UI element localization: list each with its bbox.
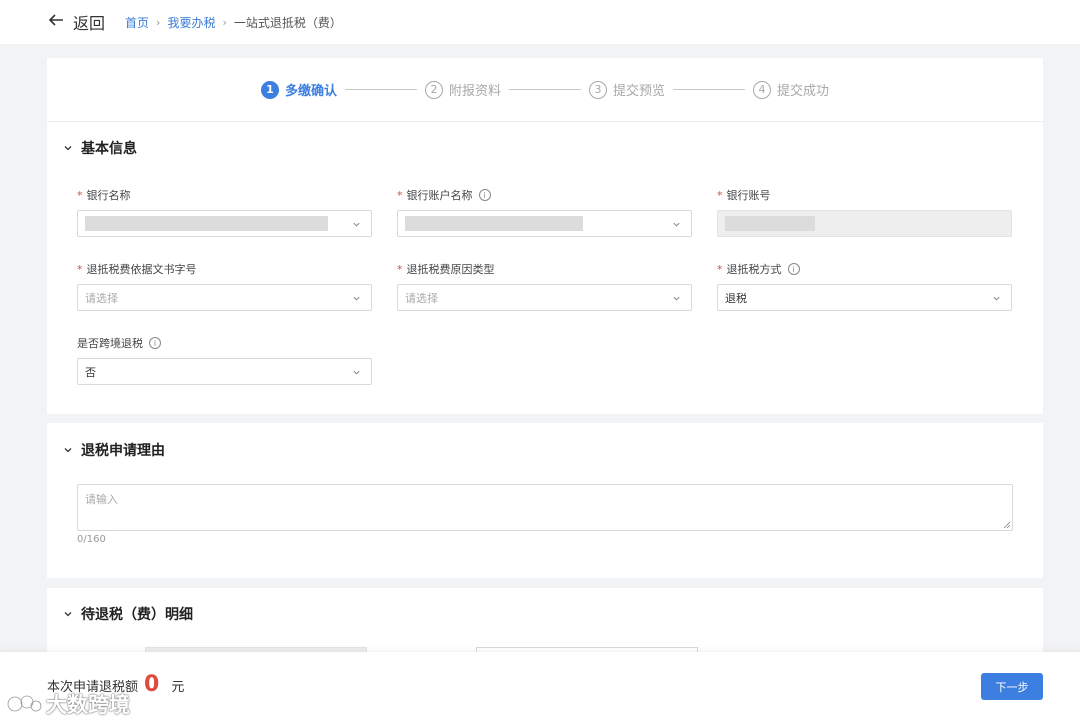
reason-textarea[interactable]: 请输入 — [77, 484, 1013, 531]
doc-number-select[interactable]: 请选择 — [77, 284, 372, 311]
chevron-down-icon — [673, 296, 680, 301]
redacted-value — [405, 216, 583, 231]
account-name-select[interactable] — [397, 210, 692, 237]
amount-value: 0 — [144, 672, 160, 697]
required-mark: * — [77, 188, 83, 202]
step-indicator: 1 多缴确认 2 附报资料 3 提交预览 4 提交成功 — [47, 58, 1043, 122]
select-value: 退税 — [725, 291, 747, 305]
section-toggle-reason[interactable]: 退税申请理由 — [63, 440, 165, 460]
step-number: 1 — [260, 80, 279, 99]
label-text: 退抵税方式 — [726, 263, 782, 276]
reason-type-field: * 退抵税费原因类型 请选择 — [397, 261, 692, 311]
label-text: 退抵税费依据文书字号 — [86, 263, 197, 276]
label-text: 银行账号 — [726, 189, 771, 202]
basic-info-card: 1 多缴确认 2 附报资料 3 提交预览 4 提交成功 基本信息 * 银行名称 *… — [47, 58, 1043, 414]
cross-border-select[interactable]: 否 — [77, 358, 372, 385]
field-label: * 退抵税费依据文书字号 — [77, 261, 372, 277]
section-title: 待退税（费）明细 — [81, 607, 193, 623]
section-toggle-details[interactable]: 待退税（费）明细 — [63, 604, 193, 624]
field-label: * 银行账户名称 i — [397, 187, 692, 203]
breadcrumb-separator: › — [156, 15, 161, 29]
field-label: * 退抵税费原因类型 — [397, 261, 692, 277]
account-name-field: * 银行账户名称 i — [397, 187, 692, 237]
next-step-button[interactable]: 下一步 — [981, 673, 1043, 700]
amount-unit: 元 — [171, 680, 185, 695]
section-title: 退税申请理由 — [81, 443, 165, 459]
field-label: 是否跨境退税 i — [77, 335, 372, 351]
step-4: 4 提交成功 — [753, 80, 829, 99]
step-label: 提交成功 — [777, 84, 830, 99]
step-1: 1 多缴确认 — [260, 80, 337, 99]
step-label: 多缴确认 — [284, 84, 337, 99]
label-text: 是否跨境退税 — [77, 337, 143, 350]
bank-name-select[interactable] — [77, 210, 372, 237]
required-mark: * — [717, 188, 723, 202]
watermark-text: 大数跨境 — [46, 693, 130, 717]
field-label: * 退抵税方式 i — [717, 261, 1012, 277]
chevron-down-icon — [993, 296, 1000, 301]
step-number: 4 — [753, 80, 772, 99]
breadcrumb-home[interactable]: 首页 — [125, 14, 149, 31]
field-label: * 银行名称 — [77, 187, 372, 203]
breadcrumb-current: 一站式退抵税（费） — [233, 15, 342, 30]
label-text: 退抵税费原因类型 — [406, 263, 495, 276]
select-placeholder: 请选择 — [405, 291, 438, 305]
select-value: 否 — [85, 365, 96, 379]
chevron-down-icon — [64, 146, 72, 151]
info-icon[interactable]: i — [149, 337, 161, 349]
redacted-value — [85, 216, 328, 231]
watermark: 大数跨境 — [5, 689, 130, 719]
label-text: 银行账户名称 — [406, 189, 473, 202]
step-label: 提交预览 — [613, 84, 666, 99]
back-button[interactable]: 返回 — [47, 10, 105, 34]
label-text: 银行名称 — [86, 189, 131, 202]
doc-number-field: * 退抵税费依据文书字号 请选择 — [77, 261, 372, 311]
breadcrumb-separator: › — [222, 15, 227, 29]
breadcrumb: 首页 › 我要办税 › 一站式退抵税（费） — [125, 14, 342, 31]
cross-border-field: 是否跨境退税 i 否 — [77, 335, 372, 385]
chevron-down-icon — [673, 222, 680, 227]
step-number: 2 — [424, 80, 443, 99]
field-label: * 银行账号 — [717, 187, 1012, 203]
resize-handle-icon[interactable] — [1003, 521, 1010, 528]
reason-type-select[interactable]: 请选择 — [397, 284, 692, 311]
refund-method-field: * 退抵税方式 i 退税 — [717, 261, 1012, 311]
account-number-field: * 银行账号 — [717, 187, 1012, 237]
step-2: 2 附报资料 — [424, 80, 501, 99]
account-number-input — [717, 210, 1012, 237]
chevron-down-icon — [353, 296, 360, 301]
watermark-logo-icon — [6, 694, 43, 713]
arrow-left-icon — [47, 11, 65, 33]
chevron-down-icon — [64, 612, 72, 617]
refund-method-select[interactable]: 退税 — [717, 284, 1012, 311]
top-bar: 返回 首页 › 我要办税 › 一站式退抵税（费） — [0, 0, 1080, 44]
bank-name-field: * 银行名称 — [77, 187, 372, 237]
section-title: 基本信息 — [81, 141, 137, 157]
chevron-down-icon — [353, 222, 360, 227]
breadcrumb-tax-service[interactable]: 我要办税 — [167, 14, 215, 31]
required-mark: * — [397, 188, 403, 202]
textarea-placeholder: 请输入 — [85, 493, 118, 506]
char-counter: 0/160 — [77, 534, 106, 545]
required-mark: * — [77, 262, 83, 276]
required-mark: * — [397, 262, 403, 276]
info-icon[interactable]: i — [478, 189, 491, 201]
step-number: 3 — [589, 80, 607, 99]
redacted-value — [725, 216, 815, 231]
footer-bar: 本次申请退税额 0 元 下一步 大数跨境 — [0, 652, 1080, 726]
step-label: 附报资料 — [448, 84, 501, 99]
chevron-down-icon — [64, 448, 72, 453]
required-mark: * — [717, 262, 723, 276]
info-icon[interactable]: i — [787, 263, 800, 275]
step-connector — [673, 89, 746, 90]
section-toggle-basic-info[interactable]: 基本信息 — [63, 138, 137, 158]
select-placeholder: 请选择 — [85, 291, 118, 305]
step-3: 3 提交预览 — [589, 80, 665, 99]
step-connector — [344, 89, 417, 90]
reason-card: 退税申请理由 请输入 0/160 — [47, 423, 1043, 578]
step-connector — [509, 89, 581, 90]
back-label: 返回 — [73, 14, 106, 33]
chevron-down-icon — [353, 370, 360, 375]
